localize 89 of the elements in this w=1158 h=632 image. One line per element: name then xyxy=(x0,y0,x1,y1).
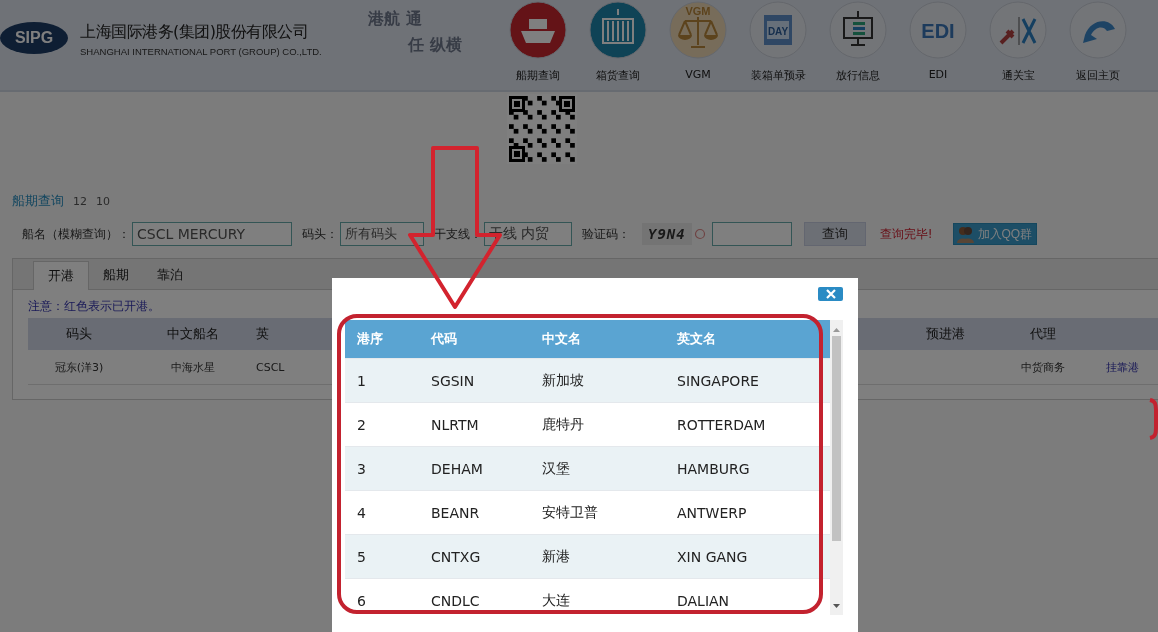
table-cell-text: NLRTM xyxy=(431,416,480,433)
table-cell-text: DALIAN xyxy=(677,592,731,609)
table-cell: 冠东(洋3) xyxy=(54,360,104,374)
table-cell-text: 新港 xyxy=(542,547,571,566)
slogan-text: 港航 通 xyxy=(368,8,423,30)
status-message: 查询完毕! xyxy=(879,225,933,243)
column-header: 英 xyxy=(256,326,269,341)
table-row[interactable]: 1 SGSIN 新加坡 SINGAPORE xyxy=(345,359,830,403)
column-header: 中文名 xyxy=(542,330,582,348)
scales-icon: VGM xyxy=(669,1,727,59)
nav-label: 放行信息 xyxy=(836,68,880,83)
table-cell: 中货商务 xyxy=(1021,360,1065,374)
nav-label: 通关宝 xyxy=(1001,68,1035,83)
table-row[interactable]: 3 DEHAM 汉堡 HAMBURG xyxy=(345,447,830,491)
captcha-field[interactable] xyxy=(711,222,792,246)
column-header: 代码 xyxy=(431,330,458,348)
table-cell-text: 2 xyxy=(356,416,367,433)
qq-group-button[interactable]: 加入QQ群 xyxy=(952,223,1038,245)
tab[interactable]: 开港 xyxy=(33,261,89,290)
column-header: 中文船名 xyxy=(167,326,219,341)
terminal-select[interactable]: 所有码头 xyxy=(340,222,424,246)
table-cell-text: CNDLC xyxy=(431,592,481,609)
close-button[interactable] xyxy=(818,287,843,301)
table-cell-text: 鹿特丹 xyxy=(542,415,585,434)
table-cell-text: 3 xyxy=(356,460,367,477)
field-label: 干支线： xyxy=(434,225,482,243)
logo: SIPG xyxy=(0,22,68,54)
tab[interactable]: 船期 xyxy=(89,261,143,289)
table-cell-text: 汉堡 xyxy=(542,459,571,478)
table-cell-text: 大连 xyxy=(542,591,571,610)
nav-label: 装箱单预录 xyxy=(750,68,806,83)
table-cell-text: BEANR xyxy=(431,504,481,521)
edi-icon: EDI xyxy=(909,1,967,59)
close-icon xyxy=(825,289,836,299)
table-cell-text: ANTWERP xyxy=(677,504,748,521)
nav-item[interactable]: 放行信息 xyxy=(818,0,898,83)
table-cell-text: DEHAM xyxy=(431,460,484,477)
nav-item[interactable]: 通关宝 xyxy=(978,0,1058,83)
table-cell-text: 安特卫普 xyxy=(542,503,599,522)
table-cell-text: 新加坡 xyxy=(542,371,585,390)
nav-label: VGM xyxy=(685,68,711,81)
highlight-frame xyxy=(1149,398,1158,440)
table-cell: CSCL xyxy=(256,360,285,374)
nav-label: EDI xyxy=(928,68,948,81)
column-header: 代理 xyxy=(1030,326,1056,341)
company-name: 上海国际港务(集团)股份有限公司 xyxy=(80,22,310,43)
query-button[interactable]: 查询 xyxy=(803,222,866,246)
people-icon xyxy=(955,225,974,243)
table-cell: 中海水星 xyxy=(171,360,215,374)
tab[interactable]: 靠泊 xyxy=(143,261,197,289)
table-cell-text: 1 xyxy=(356,372,367,389)
company-name-en: SHANGHAI INTERNATIONAL PORT (GROUP) CO.,LTD. xyxy=(80,46,323,57)
nav-item[interactable]: 返回主页 xyxy=(1058,0,1138,83)
column-header: 预进港 xyxy=(925,326,965,341)
captcha-image: Y9N4 xyxy=(642,223,692,245)
table-cell-text: ROTTERDAM xyxy=(677,416,767,433)
notice-text: 注意：红色表示已开港。 xyxy=(28,298,160,314)
nav-label: 返回主页 xyxy=(1076,68,1120,83)
table-cell-text: HAMBURG xyxy=(677,460,751,477)
table-cell-text: CNTXG xyxy=(431,548,482,565)
field-label: 船名（模糊查询）： xyxy=(22,225,130,243)
column-header: 码头 xyxy=(66,326,92,341)
port-link[interactable]: 挂靠港 xyxy=(1106,359,1139,375)
nav-item[interactable]: EDI EDI xyxy=(898,0,978,83)
calendar-icon: DAY xyxy=(749,1,807,59)
nav-label: 箱货查询 xyxy=(596,68,640,83)
table-cell-text: SGSIN xyxy=(431,372,476,389)
table-row[interactable]: 5 CNTXG 新港 XIN GANG xyxy=(345,535,830,579)
table-cell-text: SINGAPORE xyxy=(677,372,760,389)
table-cell-text: 4 xyxy=(356,504,367,521)
field-label: 码头： xyxy=(302,225,338,243)
page-number: 10 xyxy=(96,195,110,208)
nav-item[interactable]: DAY 装箱单预录 xyxy=(738,0,818,83)
nav-item[interactable]: 箱货查询 xyxy=(578,0,658,83)
table-cell-text: XIN GANG xyxy=(677,548,749,565)
column-header: 港序 xyxy=(356,330,384,348)
refresh-icon xyxy=(693,228,706,240)
nav-label: 船期查询 xyxy=(516,68,560,83)
slogan-text: 任 纵横 xyxy=(406,34,463,56)
vessel-name-field[interactable]: CSCL MERCURY xyxy=(132,222,292,246)
qr-code xyxy=(507,94,577,164)
page-number: 12 xyxy=(73,195,87,208)
field-label: 验证码： xyxy=(582,225,630,243)
table-cell-text: 6 xyxy=(356,592,367,609)
nav-item[interactable]: 船期查询 xyxy=(498,0,578,83)
nav-item[interactable]: VGM VGM xyxy=(658,0,738,83)
table-cell-text: 5 xyxy=(356,548,367,565)
page-title: 船期查询 xyxy=(12,192,64,210)
column-header: 英文名 xyxy=(677,330,717,348)
